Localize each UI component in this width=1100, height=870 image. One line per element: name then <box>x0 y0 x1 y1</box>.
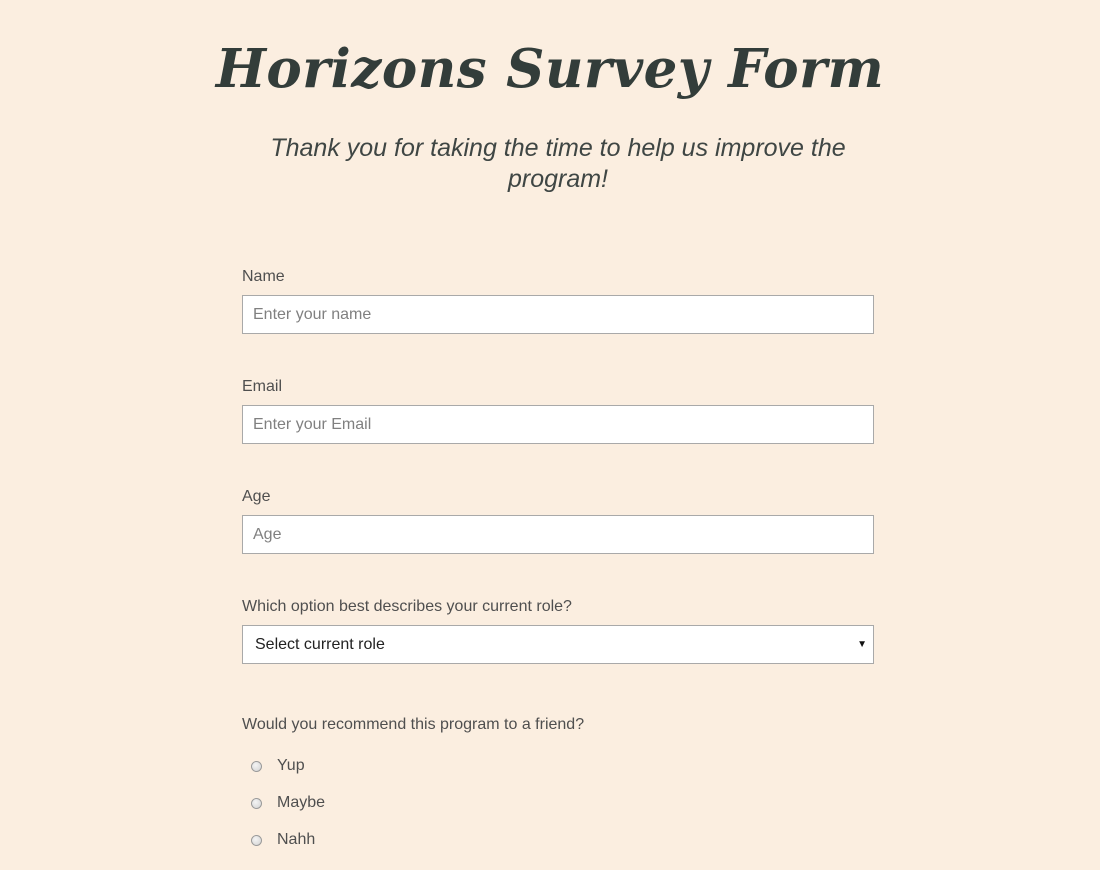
role-select-value: Select current role <box>255 635 385 653</box>
email-input[interactable] <box>242 405 874 444</box>
radio-label: Maybe <box>277 794 326 811</box>
radio-button-icon[interactable] <box>251 797 262 809</box>
radio-label: Yup <box>277 757 305 774</box>
radio-label: Nahh <box>277 831 316 848</box>
dropdown-arrow-icon: ▼ <box>857 639 867 650</box>
age-input[interactable] <box>242 515 874 554</box>
recommend-option-maybe[interactable]: Maybe <box>251 792 325 814</box>
radio-button-icon[interactable] <box>251 760 262 772</box>
recommend-option-yup[interactable]: Yup <box>251 755 305 777</box>
email-label: Email <box>242 378 283 395</box>
name-label: Name <box>242 268 285 285</box>
page-title: Horizons Survey Form <box>215 38 885 100</box>
role-select[interactable]: Select current role ▼ <box>242 625 874 664</box>
age-label: Age <box>242 488 271 505</box>
survey-page: Horizons Survey Form Thank you for takin… <box>0 0 1100 870</box>
radio-button-icon[interactable] <box>251 834 262 846</box>
recommend-question: Would you recommend this program to a fr… <box>242 716 585 733</box>
name-input[interactable] <box>242 295 874 334</box>
page-description: Thank you for taking the time to help us… <box>270 134 846 193</box>
role-label: Which option best describes your current… <box>242 598 572 615</box>
recommend-option-nahh[interactable]: Nahh <box>251 829 315 851</box>
